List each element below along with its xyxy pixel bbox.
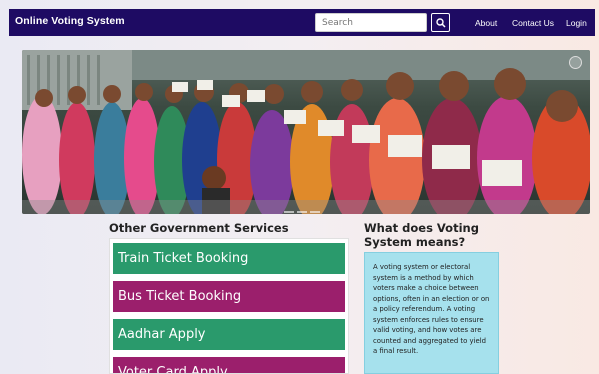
nav-login-link[interactable]: Login: [566, 18, 587, 28]
banner-photo: [22, 50, 590, 214]
about-text: A voting system or electoral system is a…: [373, 263, 490, 355]
services-list: Train Ticket Booking Bus Ticket Booking …: [109, 238, 349, 374]
nav-contact-link[interactable]: Contact Us: [512, 18, 554, 28]
search-icon: [435, 17, 446, 28]
search-button[interactable]: [431, 13, 450, 32]
service-train-ticket[interactable]: Train Ticket Booking: [113, 243, 345, 274]
navbar: Online Voting System About Contact Us Lo…: [9, 9, 595, 36]
about-title: What does Voting System means?: [364, 221, 479, 249]
hero-banner-image: [22, 50, 590, 214]
expand-icon[interactable]: [569, 56, 582, 69]
services-title: Other Government Services: [109, 221, 289, 235]
carousel-indicators[interactable]: [284, 198, 344, 213]
service-voter-card[interactable]: Voter Card Apply: [113, 357, 345, 373]
about-card: A voting system or electoral system is a…: [364, 252, 499, 374]
service-aadhar[interactable]: Aadhar Apply: [113, 319, 345, 350]
service-bus-ticket[interactable]: Bus Ticket Booking: [113, 281, 345, 312]
search-input[interactable]: [315, 13, 427, 32]
nav-about-link[interactable]: About: [475, 18, 497, 28]
brand-title[interactable]: Online Voting System: [15, 15, 125, 27]
